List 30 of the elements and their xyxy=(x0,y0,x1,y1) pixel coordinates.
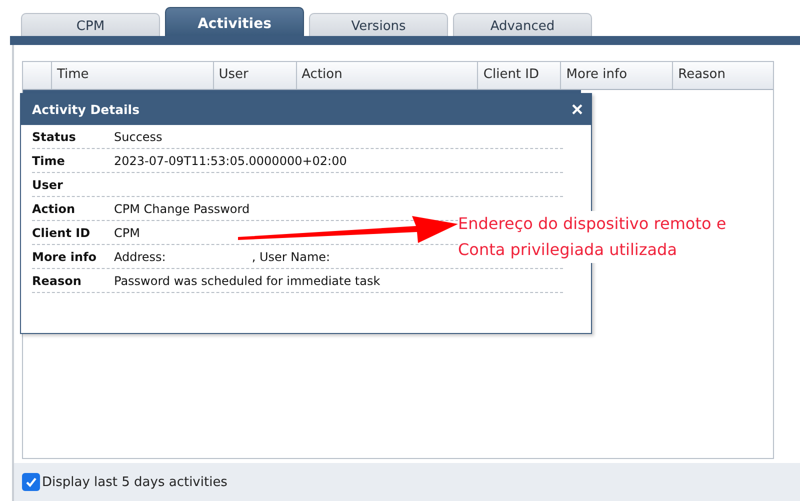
checkmark-icon xyxy=(24,475,38,489)
field-value: Address: xyxy=(114,250,166,264)
column-header[interactable]: Time xyxy=(50,62,213,89)
field-value: CPM Change Password xyxy=(114,202,250,216)
field-label: More info xyxy=(32,250,98,264)
column-header[interactable]: Client ID xyxy=(477,62,560,89)
field-label: Time xyxy=(32,154,66,168)
field-label: Action xyxy=(32,202,76,216)
tab[interactable]: Activities xyxy=(165,7,304,36)
field-label: Client ID xyxy=(32,226,92,240)
checkbox[interactable] xyxy=(22,473,40,491)
field-value: Success xyxy=(114,130,162,144)
field-value: , User Name: xyxy=(252,250,330,264)
close-button[interactable]: × xyxy=(571,100,583,120)
field-value: Password was scheduled for immediate task xyxy=(114,274,380,288)
column-header[interactable]: More info xyxy=(560,62,672,89)
field-label: Status xyxy=(32,130,77,144)
tab[interactable]: Advanced xyxy=(453,13,592,36)
column-header[interactable]: Action xyxy=(296,62,478,89)
annotation-text: Endereço do dispositivo remoto e Conta privilegiada utilizada xyxy=(458,211,726,263)
checkbox-label: Display last 5 days activities xyxy=(42,474,228,490)
tab[interactable]: CPM xyxy=(21,13,160,36)
field-label: User xyxy=(32,178,64,192)
field-label: Reason xyxy=(32,274,82,288)
field-value: CPM xyxy=(114,226,140,240)
field-value: 2023-07-09T11:53:05.0000000+02:00 xyxy=(114,154,347,168)
column-header[interactable]: User xyxy=(212,62,296,89)
column-header[interactable]: Reason xyxy=(672,62,773,89)
dialog-title: Activity Details xyxy=(32,102,140,117)
tab[interactable]: Versions xyxy=(309,13,448,36)
